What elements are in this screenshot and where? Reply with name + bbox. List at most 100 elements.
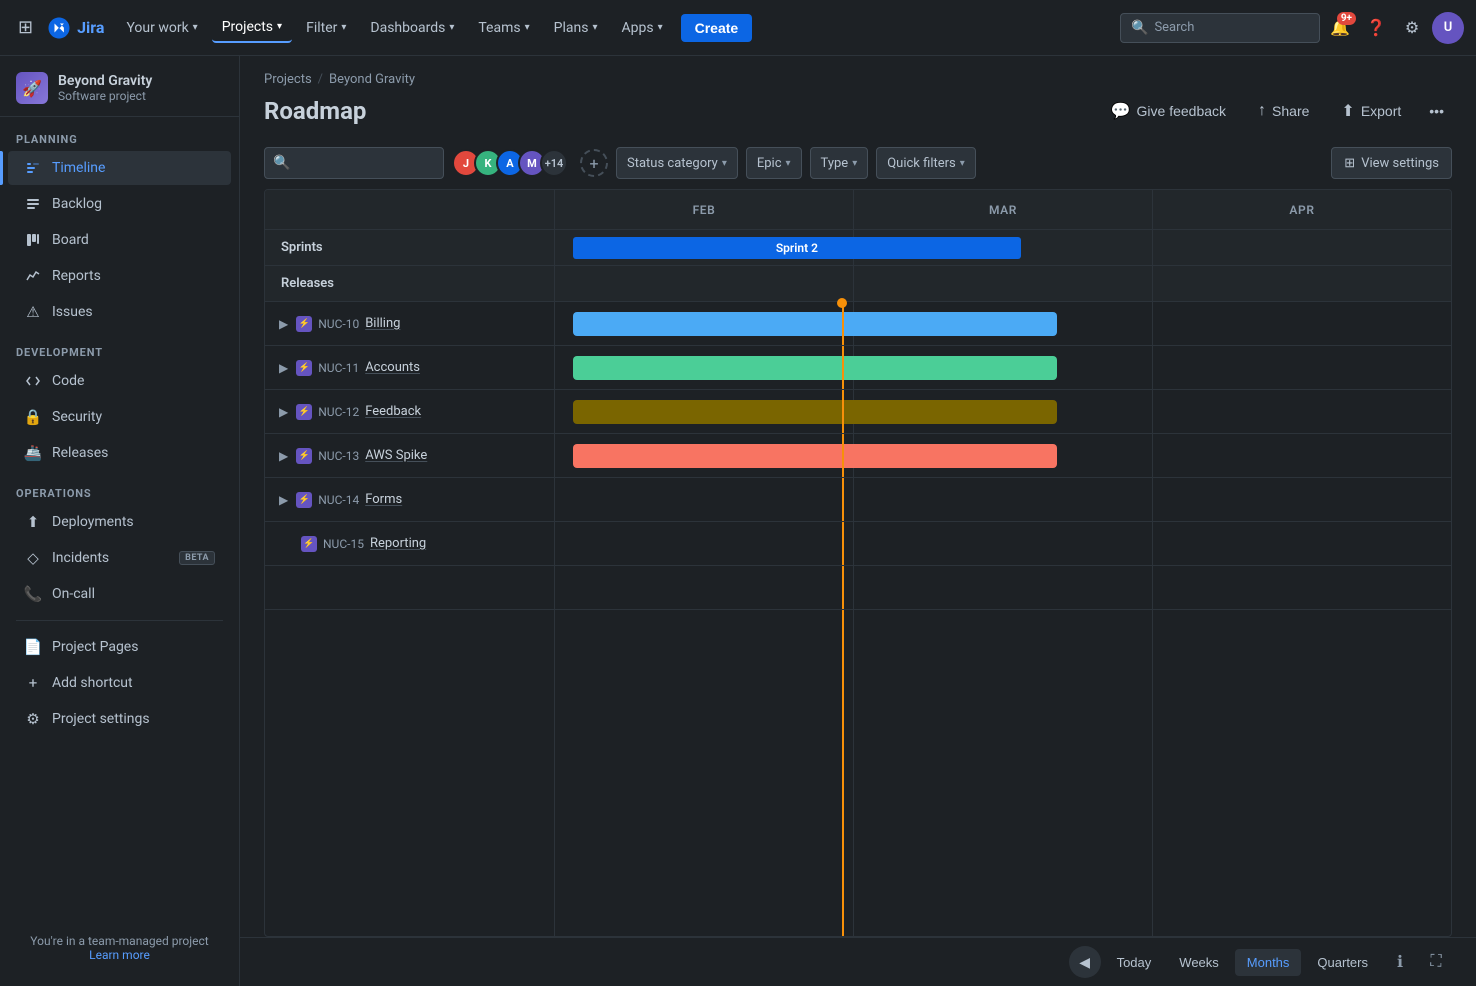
expand-button[interactable]: ▶: [277, 491, 290, 509]
nav-dashboards[interactable]: Dashboards ▾: [360, 14, 464, 42]
breadcrumb-project-link[interactable]: Beyond Gravity: [329, 72, 415, 87]
more-options-button[interactable]: •••: [1421, 97, 1452, 125]
create-button[interactable]: Create: [681, 14, 753, 42]
status-category-filter[interactable]: Status category ▾: [616, 147, 738, 179]
sidebar-item-backlog[interactable]: Backlog: [8, 187, 231, 221]
notifications-button[interactable]: 🔔 9+: [1324, 12, 1356, 44]
table-row: ▶ ⚡ NUC-13 AWS Spike: [265, 434, 1451, 478]
table-row: ▶ ⚡ NUC-12 Feedback: [265, 390, 1451, 434]
jira-logo[interactable]: Jira: [47, 16, 104, 40]
give-feedback-button[interactable]: 💬 Give feedback: [1099, 95, 1238, 127]
sidebar-item-label: Timeline: [52, 160, 215, 176]
page-title-row: Roadmap 💬 Give feedback ↑ Share ⬆ Export…: [264, 95, 1452, 127]
sidebar-item-oncall[interactable]: 📞 On-call: [8, 577, 231, 611]
quarters-button[interactable]: Quarters: [1305, 949, 1380, 976]
sidebar-item-deployments[interactable]: ⬆ Deployments: [8, 505, 231, 539]
learn-more-link[interactable]: Learn more: [89, 948, 150, 962]
deployments-icon: ⬆: [24, 513, 42, 531]
nav-plans[interactable]: Plans ▾: [544, 14, 608, 42]
gantt-bar-aws-spike[interactable]: [573, 444, 1057, 468]
gantt-bar-feedback[interactable]: [573, 400, 1057, 424]
issue-name[interactable]: Forms: [365, 492, 402, 507]
content-header: Projects / Beyond Gravity Roadmap 💬 Give…: [240, 56, 1476, 139]
sidebar-item-project-settings[interactable]: ⚙ Project settings: [8, 702, 231, 736]
sprint-bar[interactable]: Sprint 2: [573, 237, 1021, 259]
months-button[interactable]: Months: [1235, 949, 1302, 976]
sidebar-item-board[interactable]: Board: [8, 223, 231, 257]
gantt-row-bars: [555, 522, 1451, 565]
releases-icon: 🚢: [24, 444, 42, 462]
search-icon: 🔍: [273, 155, 290, 171]
expand-button[interactable]: ▶: [277, 359, 290, 377]
expand-button[interactable]: ▶: [277, 315, 290, 333]
export-button[interactable]: ⬆ Export: [1329, 95, 1413, 127]
gantt-bar-accounts[interactable]: [573, 356, 1057, 380]
issue-key: NUC-14: [318, 493, 359, 507]
issue-key: NUC-10: [318, 317, 359, 331]
breadcrumb: Projects / Beyond Gravity: [264, 72, 1452, 87]
table-row: ⚡ NUC-15 Reporting: [265, 522, 1451, 566]
expand-button[interactable]: ▶: [277, 403, 290, 421]
quick-filters[interactable]: Quick filters ▾: [876, 147, 976, 179]
gantt-row-label: ▶ ⚡ NUC-14 Forms: [265, 478, 555, 521]
issues-icon: ⚠: [24, 303, 42, 321]
epic-icon: ⚡: [296, 492, 312, 508]
sidebar-item-label: Code: [52, 373, 215, 389]
issue-name[interactable]: Accounts: [365, 360, 420, 375]
info-button[interactable]: ℹ: [1384, 946, 1416, 978]
weeks-button[interactable]: Weeks: [1167, 949, 1231, 976]
nav-teams[interactable]: Teams ▾: [468, 14, 539, 42]
epic-filter[interactable]: Epic ▾: [746, 147, 802, 179]
today-button[interactable]: Today: [1105, 949, 1164, 976]
issue-name[interactable]: Reporting: [370, 536, 426, 551]
sidebar-item-add-shortcut[interactable]: + Add shortcut: [8, 666, 231, 700]
gantt-row-bars: [555, 346, 1451, 389]
user-avatar[interactable]: U: [1432, 12, 1464, 44]
issue-name[interactable]: AWS Spike: [365, 448, 427, 463]
navigate-back-button[interactable]: ◀: [1069, 946, 1101, 978]
sidebar-item-security[interactable]: 🔒 Security: [8, 400, 231, 434]
chevron-down-icon: ▾: [592, 22, 597, 33]
search-bar[interactable]: 🔍 Search: [1120, 13, 1320, 43]
avatar-extra-count[interactable]: +14: [540, 149, 568, 177]
sidebar-item-project-pages[interactable]: 📄 Project Pages: [8, 630, 231, 664]
sidebar-item-timeline[interactable]: Timeline: [8, 151, 231, 185]
chevron-down-icon: ▾: [960, 158, 965, 169]
sidebar-item-code[interactable]: Code: [8, 364, 231, 398]
sidebar-item-issues[interactable]: ⚠ Issues: [8, 295, 231, 329]
today-line: [842, 302, 844, 345]
grid-icon[interactable]: ⊞: [12, 11, 39, 44]
add-assignee-button[interactable]: +: [580, 149, 608, 177]
epic-icon: ⚡: [296, 316, 312, 332]
nav-your-work[interactable]: Your work ▾: [116, 14, 207, 42]
view-settings-button[interactable]: ⊞ View settings: [1331, 147, 1452, 179]
sidebar-item-incidents[interactable]: ◇ Incidents BETA: [8, 541, 231, 575]
roadmap-search-input[interactable]: 🔍: [264, 147, 444, 179]
epic-icon: ⚡: [296, 404, 312, 420]
share-button[interactable]: ↑ Share: [1246, 96, 1321, 126]
issue-name[interactable]: Feedback: [365, 404, 421, 419]
epic-icon: ⚡: [296, 360, 312, 376]
gantt-row-label: ▶ ⚡ NUC-11 Accounts: [265, 346, 555, 389]
expand-button[interactable]: ▶: [277, 447, 290, 465]
settings-button[interactable]: ⚙: [1396, 12, 1428, 44]
sidebar-item-label: Incidents: [52, 550, 169, 566]
fullscreen-button[interactable]: ⛶: [1420, 946, 1452, 978]
sidebar-item-label: Issues: [52, 304, 215, 320]
issue-name[interactable]: Billing: [365, 316, 400, 331]
nav-filter[interactable]: Filter ▾: [296, 14, 356, 42]
sidebar-project-header: 🚀 Beyond Gravity Software project: [0, 56, 239, 117]
epic-icon: ⚡: [301, 536, 317, 552]
sidebar-item-releases[interactable]: 🚢 Releases: [8, 436, 231, 470]
nav-projects[interactable]: Projects ▾: [212, 13, 292, 43]
chevron-down-icon: ▾: [277, 21, 282, 32]
help-button[interactable]: ❓: [1360, 12, 1392, 44]
share-icon: ↑: [1258, 102, 1266, 120]
gantt-bar-billing[interactable]: [573, 312, 1057, 336]
nav-apps[interactable]: Apps ▾: [611, 14, 672, 42]
breadcrumb-projects-link[interactable]: Projects: [264, 72, 312, 87]
avatar-group: J K A M +14: [452, 149, 568, 177]
sidebar-item-reports[interactable]: Reports: [8, 259, 231, 293]
type-filter[interactable]: Type ▾: [810, 147, 869, 179]
today-line: [842, 478, 844, 521]
